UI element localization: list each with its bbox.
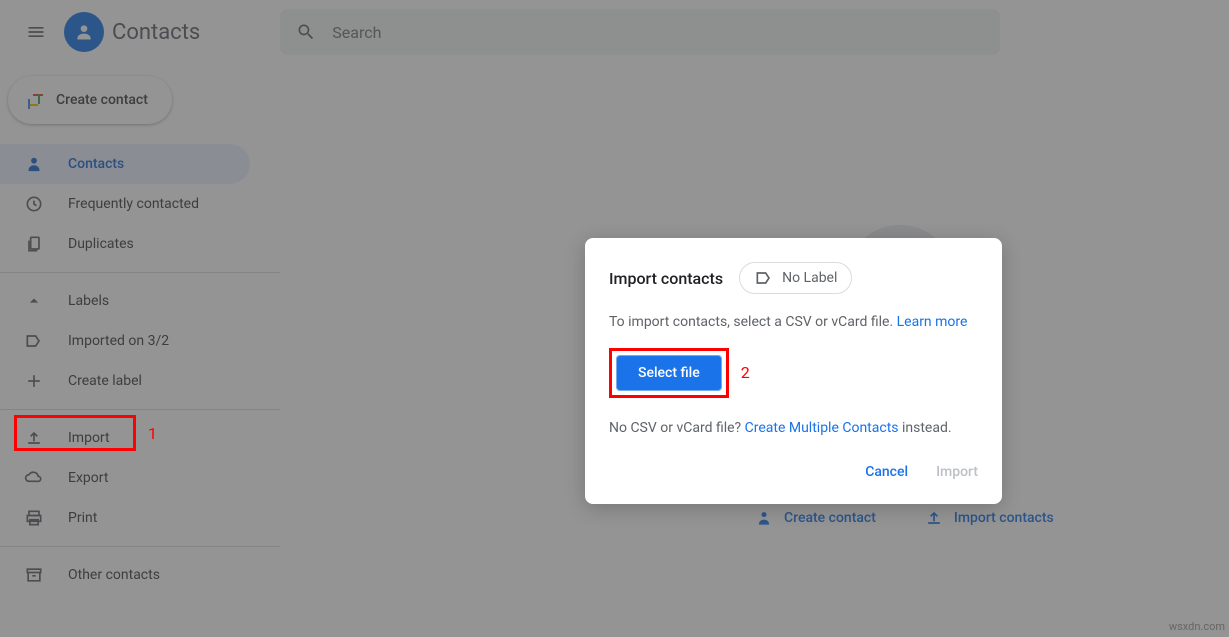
header: Contacts <box>0 0 1229 64</box>
create-contact-action[interactable]: Create contact <box>754 508 876 528</box>
divider <box>0 409 280 410</box>
divider <box>0 546 280 547</box>
nav-label: Contacts <box>68 156 124 172</box>
label-icon <box>24 331 44 351</box>
import-dialog: Import contacts No Label To import conta… <box>585 238 1002 504</box>
hamburger-menu-icon[interactable] <box>12 8 60 56</box>
create-multiple-link[interactable]: Create Multiple Contacts <box>745 420 899 436</box>
sidebar-other-contacts[interactable]: Other contacts <box>0 555 250 595</box>
annotation-box-2: Select file <box>609 348 729 398</box>
chevron-up-icon <box>24 291 44 311</box>
chip-label: No Label <box>782 270 837 286</box>
sidebar-item-frequent[interactable]: Frequently contacted <box>0 184 250 224</box>
search-icon <box>296 22 316 42</box>
action-label: Import contacts <box>954 510 1054 526</box>
nav-label: Other contacts <box>68 567 160 583</box>
sidebar-item-duplicates[interactable]: Duplicates <box>0 224 250 264</box>
nav-label: Imported on 3/2 <box>68 333 169 349</box>
history-icon <box>24 194 44 214</box>
cloud-icon <box>24 468 44 488</box>
plus-icon <box>24 90 44 110</box>
add-icon <box>24 371 44 391</box>
upload-icon <box>924 508 944 528</box>
sidebar-create-label[interactable]: Create label <box>0 361 250 401</box>
main-actions: Create contact Import contacts <box>754 508 1054 528</box>
watermark: wsxdn.com <box>1169 620 1225 633</box>
sidebar-export[interactable]: Export <box>0 458 250 498</box>
contacts-logo-icon <box>64 12 104 52</box>
annotation-box-1 <box>14 415 136 451</box>
sidebar-item-contacts[interactable]: Contacts <box>0 144 250 184</box>
import-contacts-action[interactable]: Import contacts <box>924 508 1054 528</box>
person-icon <box>24 154 44 174</box>
logo-area[interactable]: Contacts <box>64 12 200 52</box>
learn-more-link[interactable]: Learn more <box>897 314 968 330</box>
create-label: Create contact <box>56 92 148 108</box>
import-button[interactable]: Import <box>936 464 978 480</box>
annotation-number-1: 1 <box>148 424 157 443</box>
print-icon <box>24 508 44 528</box>
archive-icon <box>24 565 44 585</box>
label-icon <box>754 268 774 288</box>
search-input[interactable] <box>332 23 984 42</box>
nav-label: Frequently contacted <box>68 196 199 212</box>
sidebar-print[interactable]: Print <box>0 498 250 538</box>
person-add-icon <box>754 508 774 528</box>
annotation-number-2: 2 <box>741 363 750 382</box>
copy-icon <box>24 234 44 254</box>
nav-label: Duplicates <box>68 236 134 252</box>
search-bar[interactable] <box>280 9 1000 55</box>
divider <box>0 272 280 273</box>
nav-label: Export <box>68 470 108 486</box>
app-title: Contacts <box>112 20 200 45</box>
nav-label: Print <box>68 510 97 526</box>
select-file-button[interactable]: Select file <box>616 355 722 391</box>
sidebar-labels-header[interactable]: Labels <box>0 281 250 321</box>
nav-label: Create label <box>68 373 142 389</box>
dialog-instruction: To import contacts, select a CSV or vCar… <box>609 314 978 330</box>
dialog-alt-text: No CSV or vCard file? Create Multiple Co… <box>609 420 978 436</box>
create-contact-button[interactable]: Create contact <box>8 76 172 124</box>
cancel-button[interactable]: Cancel <box>865 464 908 480</box>
dialog-title: Import contacts <box>609 269 723 288</box>
no-label-chip[interactable]: No Label <box>739 262 852 294</box>
sidebar: Create contact Contacts Frequently conta… <box>0 64 280 595</box>
action-label: Create contact <box>784 510 876 526</box>
sidebar-label-imported[interactable]: Imported on 3/2 <box>0 321 250 361</box>
nav-label: Labels <box>68 293 109 309</box>
